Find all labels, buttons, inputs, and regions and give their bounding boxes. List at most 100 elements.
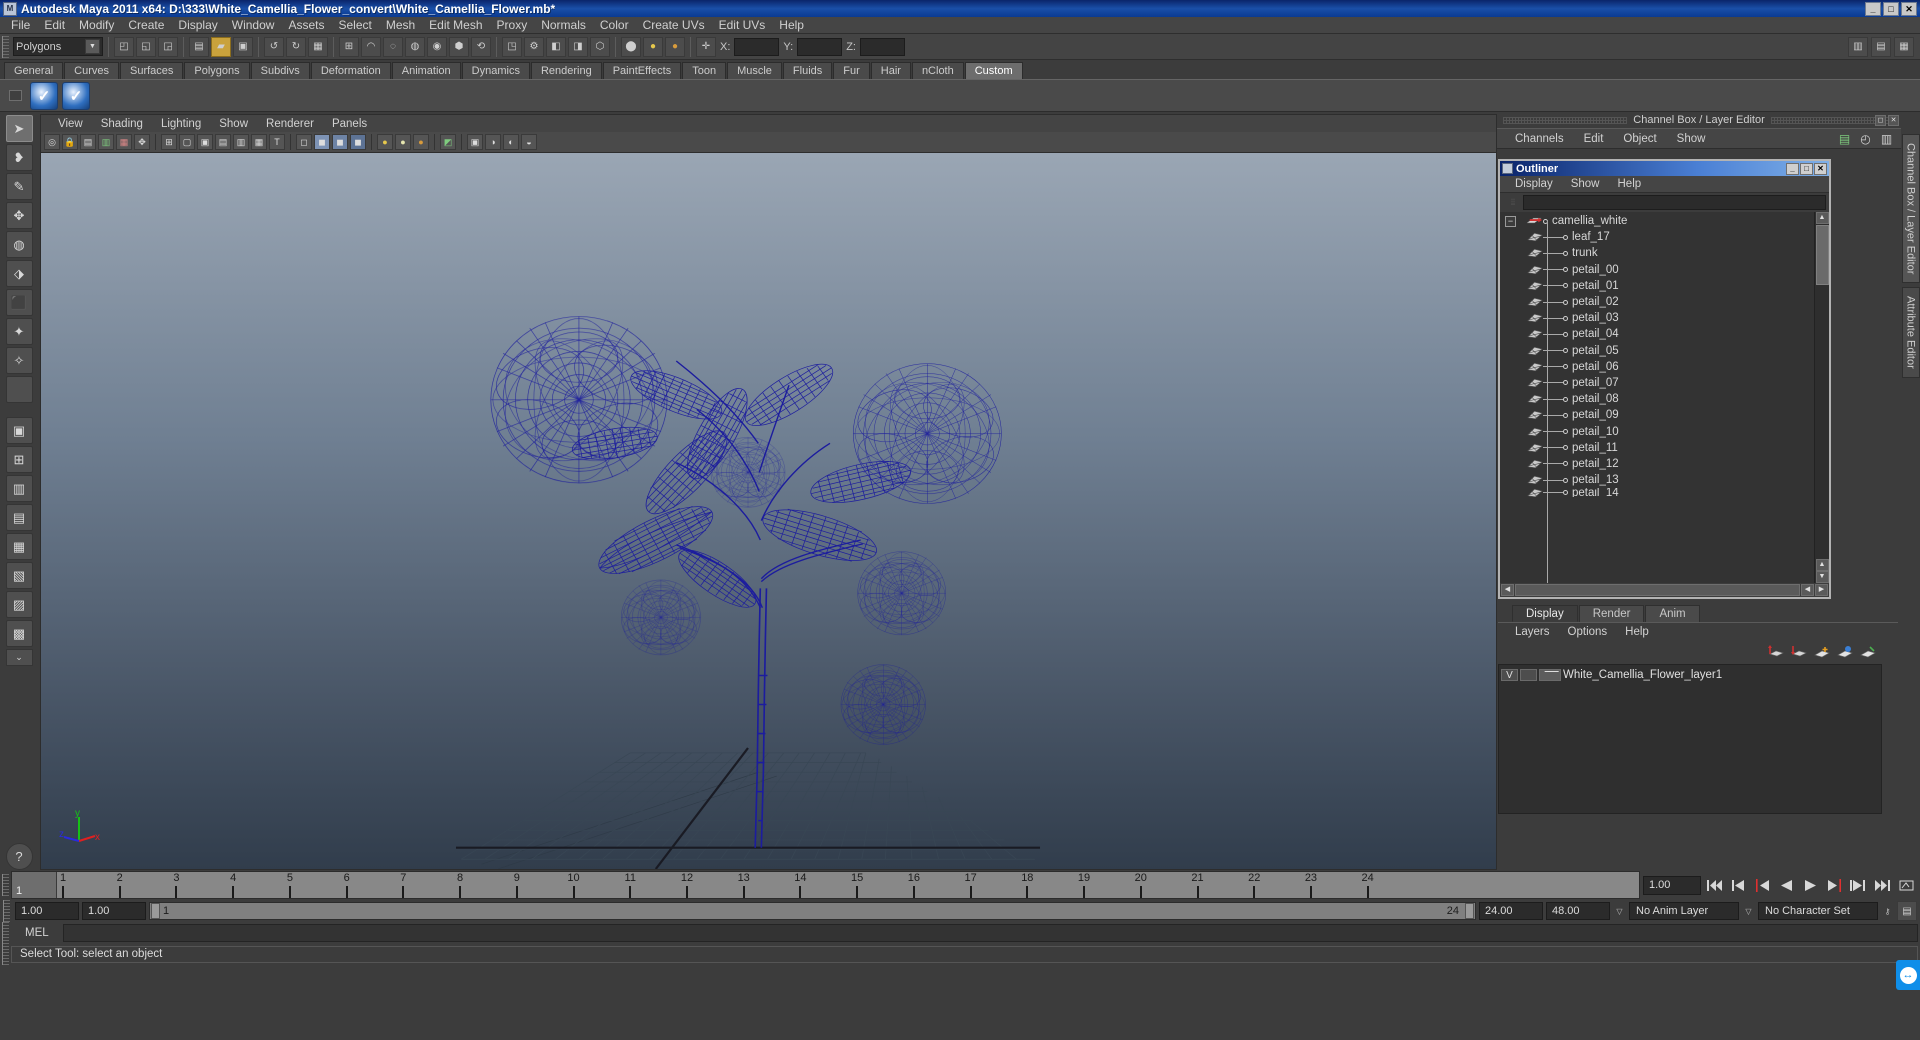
menu-item-edit-mesh[interactable]: Edit Mesh — [422, 17, 489, 33]
layer-membership-icon[interactable] — [1859, 645, 1876, 660]
layer-menu-layers[interactable]: Layers — [1506, 626, 1559, 638]
menu-item-mesh[interactable]: Mesh — [379, 17, 422, 33]
coord-z-input[interactable] — [859, 37, 905, 56]
viewport-menu-renderer[interactable]: Renderer — [257, 118, 323, 130]
maximize-button[interactable]: □ — [1883, 1, 1899, 16]
scroll-down-button[interactable]: ▼ — [1815, 571, 1829, 583]
time-slider[interactable]: 1 1 2 3 4 5 6 7 8 9 10 11 12 13 14 15 16 17 18 19 20 21 22 23 2… — [11, 871, 1640, 899]
shelf-tab-curves[interactable]: Curves — [64, 62, 119, 79]
shadows-icon[interactable]: ● — [413, 134, 429, 150]
anim-layer-dropdown[interactable]: No Anim Layer — [1629, 902, 1739, 920]
viewport-menu-view[interactable]: View — [49, 118, 92, 130]
shelf-tab-ncloth[interactable]: nCloth — [911, 62, 964, 79]
teamviewer-floating-icon[interactable]: ↔ — [1896, 960, 1920, 990]
menu-item-normals[interactable]: Normals — [534, 17, 593, 33]
play-forwards-icon[interactable] — [1800, 875, 1821, 896]
viewport-menu-panels[interactable]: Panels — [323, 118, 376, 130]
window-controls[interactable]: _ □ ✕ — [1865, 1, 1920, 16]
menu-item-help[interactable]: Help — [772, 17, 811, 33]
channel-menu-edit[interactable]: Edit — [1574, 133, 1614, 145]
save-scene-icon[interactable]: ▣ — [233, 36, 253, 57]
channel-menu-object[interactable]: Object — [1613, 133, 1666, 145]
layout-hypershade-persp-button[interactable]: ▦ — [5, 533, 33, 560]
outliner-menu-display[interactable]: Display — [1506, 178, 1562, 190]
outliner-minimize-button[interactable]: _ — [1786, 162, 1799, 175]
rotate-tool-button[interactable]: ◍ — [5, 231, 33, 258]
scroll-thumb[interactable] — [1815, 225, 1829, 285]
layer-menu-options[interactable]: Options — [1559, 626, 1617, 638]
exposure-icon[interactable]: ◑ — [485, 134, 501, 150]
3d-viewport[interactable]: y x z — [40, 152, 1497, 870]
shelf-tab-hair[interactable]: Hair — [870, 62, 911, 79]
wireframe-shading-icon[interactable]: ◻ — [296, 134, 312, 150]
shelf-item-check-1-icon[interactable]: ✓ — [30, 81, 58, 110]
outliner-window[interactable]: Outliner _ □ ✕ Display Show Help ⦙⦙ − ca… — [1498, 159, 1831, 599]
shelf-tab-general[interactable]: General — [4, 62, 64, 79]
snap-to-grid-icon[interactable]: ⊞ — [339, 36, 359, 57]
shelf-tab-animation[interactable]: Animation — [391, 62, 461, 79]
vtab-attribute-editor[interactable]: Attribute Editor — [1901, 287, 1920, 379]
range-end-time-field[interactable]: 24.00 — [1479, 902, 1543, 920]
select-camera-icon[interactable]: ◎ — [44, 134, 60, 150]
time-slider-grip[interactable] — [2, 874, 9, 896]
show-manipulator-tool-button[interactable]: ✧ — [5, 347, 33, 374]
image-plane-icon[interactable]: ▦ — [116, 134, 132, 150]
shelf-tab-toon[interactable]: Toon — [682, 62, 727, 79]
use-all-lights-icon[interactable]: ● — [395, 134, 411, 150]
chevron-down-icon[interactable]: ▼ — [85, 39, 100, 54]
menu-item-display[interactable]: Display — [171, 17, 224, 33]
menu-item-edit-uvs[interactable]: Edit UVs — [712, 17, 773, 33]
go-to-start-icon[interactable] — [1704, 875, 1725, 896]
command-input[interactable] — [63, 924, 1918, 942]
tab-anim[interactable]: Anim — [1645, 605, 1700, 622]
shelf-tab-surfaces[interactable]: Surfaces — [119, 62, 184, 79]
redo-icon[interactable]: ↻ — [286, 36, 306, 57]
move-tool-button[interactable]: ✥ — [5, 202, 33, 229]
layer-visibility-toggle[interactable]: V — [1501, 668, 1518, 681]
shelf-tab-deformation[interactable]: Deformation — [310, 62, 391, 79]
channel-box-icon[interactable]: ▤ — [1836, 131, 1853, 146]
range-slider-grip[interactable] — [3, 900, 10, 922]
layer-list[interactable]: V White_Camellia_Flower_layer1 — [1498, 664, 1882, 814]
soft-modification-tool-button[interactable]: ✦ — [5, 318, 33, 345]
outliner-maximize-button[interactable]: □ — [1800, 162, 1813, 175]
scale-tool-button[interactable]: ⬗ — [5, 260, 33, 287]
bookmarks-icon[interactable]: ▥ — [98, 134, 114, 150]
layout-persp-graph-button[interactable]: ▤ — [5, 504, 33, 531]
menu-item-modify[interactable]: Modify — [72, 17, 121, 33]
outliner-vertical-scrollbar[interactable]: ▲ ▲ ▼ — [1814, 212, 1829, 583]
outliner-search-input[interactable] — [1523, 195, 1826, 210]
help-tool-button[interactable]: ? — [5, 843, 33, 870]
menu-item-file[interactable]: File — [4, 17, 37, 33]
shelf-tab-muscle[interactable]: Muscle — [727, 62, 782, 79]
shelf-tab-fluids[interactable]: Fluids — [782, 62, 833, 79]
layer-menu-help[interactable]: Help — [1616, 626, 1658, 638]
outliner-menu-show[interactable]: Show — [1562, 178, 1609, 190]
xray-mode-icon[interactable]: ◩ — [440, 134, 456, 150]
shelf-tab-dynamics[interactable]: Dynamics — [461, 62, 530, 79]
menu-item-window[interactable]: Window — [225, 17, 282, 33]
menu-item-select[interactable]: Select — [331, 17, 378, 33]
help-line-grip[interactable] — [2, 943, 9, 965]
menu-item-assets[interactable]: Assets — [281, 17, 331, 33]
viewport-menu-lighting[interactable]: Lighting — [152, 118, 210, 130]
scroll-left-button-2[interactable]: ◀ — [1801, 584, 1814, 596]
close-button[interactable]: ✕ — [1901, 1, 1917, 16]
translate-manip-icon[interactable]: ✛ — [696, 36, 716, 57]
scroll-up-button-2[interactable]: ▲ — [1815, 559, 1829, 571]
outliner-close-button[interactable]: ✕ — [1814, 162, 1827, 175]
universal-manipulator-tool-button[interactable]: ⬛ — [5, 289, 33, 316]
command-language-label[interactable]: MEL — [11, 927, 63, 939]
show-channel-box-icon[interactable]: ▥ — [1848, 36, 1868, 57]
anim-layer-dropdown-arrow-icon[interactable]: ▽ — [1613, 902, 1626, 920]
vtab-channel-box-layer-editor[interactable]: Channel Box / Layer Editor — [1901, 134, 1920, 284]
isolate-select-icon[interactable]: ▣ — [467, 134, 483, 150]
new-layer-from-selected-icon[interactable] — [1836, 645, 1853, 660]
channel-menu-channels[interactable]: Channels — [1505, 133, 1574, 145]
menu-item-create-uvs[interactable]: Create UVs — [636, 17, 712, 33]
snap-to-curve-icon[interactable]: ◠ — [361, 36, 381, 57]
viewport-menu-show[interactable]: Show — [210, 118, 257, 130]
select-by-object-icon[interactable]: ◱ — [136, 36, 156, 57]
attribute-list-icon[interactable]: ▥ — [1878, 131, 1895, 146]
character-set-dropdown-arrow-icon[interactable]: ▽ — [1742, 902, 1755, 920]
